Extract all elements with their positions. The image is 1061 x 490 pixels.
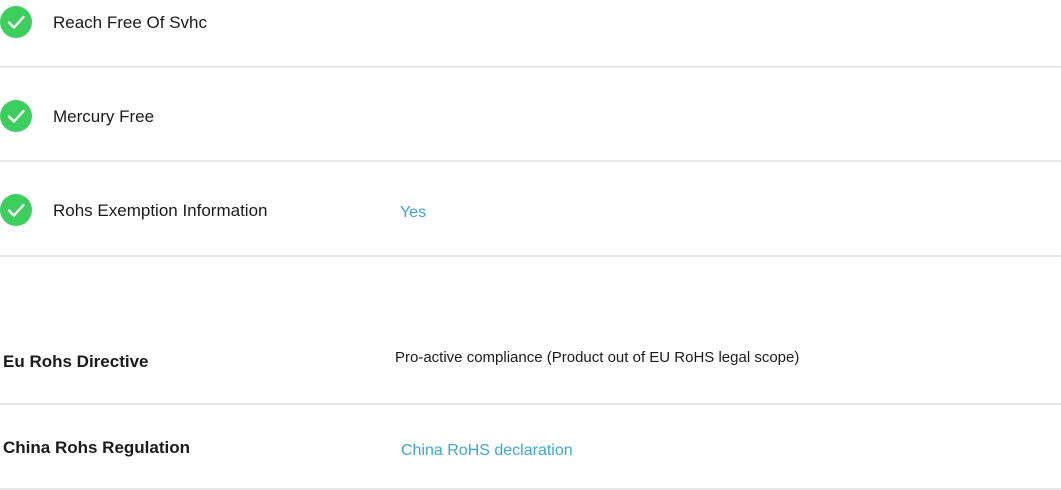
attribute-row-reach: Reach Free Of Svhc	[0, 6, 1061, 40]
divider	[0, 160, 1061, 162]
attribute-label: Mercury Free	[53, 107, 155, 126]
china-rohs-declaration-link[interactable]: China RoHS declaration	[401, 441, 573, 461]
regulation-value: Pro-active compliance (Product out of EU…	[395, 349, 800, 366]
attribute-row-rohs-exemption: Rohs Exemption Information Yes	[0, 194, 1061, 228]
check-circle-icon	[0, 100, 32, 132]
regulation-label: China Rohs Regulation	[3, 438, 190, 457]
divider	[0, 255, 1061, 257]
attribute-value-link[interactable]: Yes	[400, 203, 426, 223]
regulation-label: Eu Rohs Directive	[3, 352, 149, 371]
attribute-row-mercury: Mercury Free	[0, 100, 1061, 134]
divider	[0, 403, 1061, 405]
divider	[0, 66, 1061, 68]
attribute-label: Rohs Exemption Information	[53, 201, 268, 220]
check-circle-icon	[0, 6, 32, 38]
attribute-label: Reach Free Of Svhc	[53, 13, 208, 32]
check-circle-icon	[0, 194, 32, 226]
regulation-row-eu-rohs: Eu Rohs Directive Pro-active compliance …	[0, 347, 1061, 377]
regulation-row-china-rohs: China Rohs Regulation China RoHS declara…	[0, 433, 1061, 463]
